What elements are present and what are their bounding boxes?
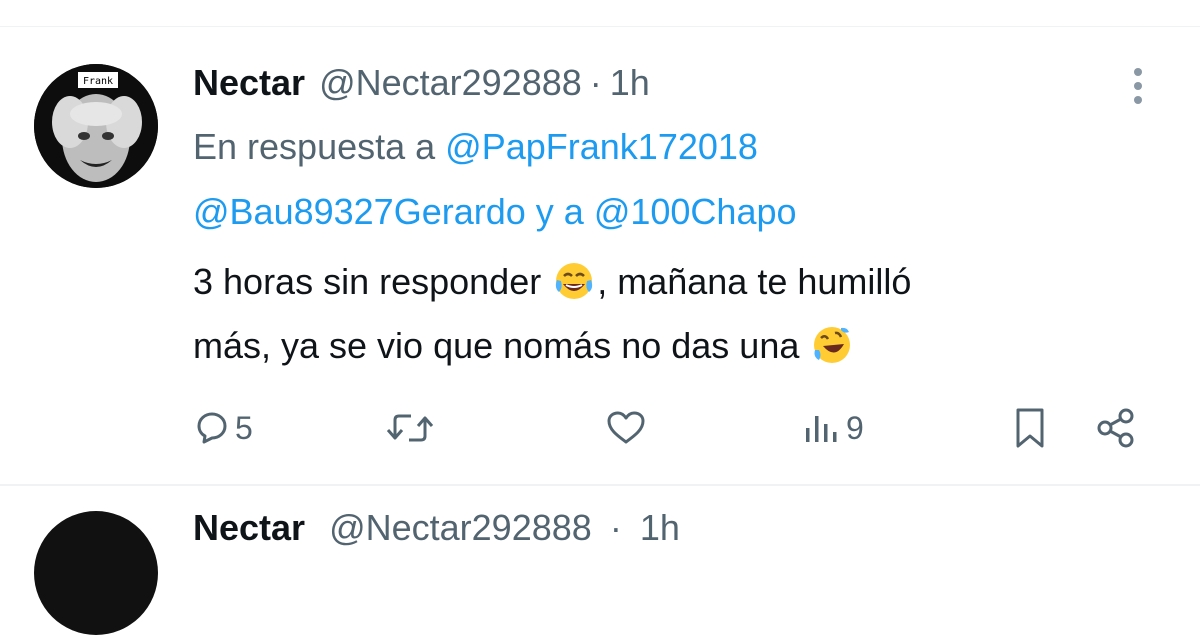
reply-context: En respuesta a @PapFrank172018 bbox=[193, 124, 758, 170]
divider-top bbox=[0, 26, 1200, 27]
like-button[interactable] bbox=[604, 406, 648, 450]
bookmark-button[interactable] bbox=[1010, 406, 1050, 450]
heart-icon bbox=[607, 411, 645, 444]
more-options-button[interactable] bbox=[1124, 66, 1152, 106]
next-tweet-header: Nectar @Nectar292888 · 1h bbox=[193, 507, 680, 549]
tweet-text-line: 3 horas sin responder , mañana te humill… bbox=[193, 258, 911, 306]
tweet-text: más, ya se vio que nomás no das una bbox=[193, 325, 810, 366]
reply-user-link[interactable]: @PapFrank172018 bbox=[445, 126, 758, 167]
next-author-name[interactable]: Nectar bbox=[193, 507, 305, 548]
reply-context-continued: @Bau89327Gerardo y a @100Chapo bbox=[193, 189, 797, 235]
views-count: 9 bbox=[846, 409, 864, 446]
share-button[interactable] bbox=[1094, 406, 1138, 450]
tweet-text: 3 horas sin responder bbox=[193, 261, 552, 302]
views-button[interactable]: 9 bbox=[802, 406, 864, 450]
reply-user-link[interactable]: @Bau89327Gerardo bbox=[193, 191, 526, 232]
next-timestamp[interactable]: 1h bbox=[640, 507, 680, 548]
reply-count: 5 bbox=[235, 409, 253, 446]
reply-button[interactable]: 5 bbox=[191, 406, 253, 450]
author-name[interactable]: Nectar bbox=[193, 62, 305, 104]
separator-dot: · bbox=[589, 62, 602, 103]
next-separator-dot: · bbox=[609, 507, 622, 548]
tweet-text-line: más, ya se vio que nomás no das una bbox=[193, 322, 855, 370]
next-tweet-avatar[interactable] bbox=[34, 511, 158, 635]
timestamp[interactable]: 1h bbox=[610, 62, 650, 104]
reply-icon bbox=[197, 412, 227, 444]
avatar[interactable]: Frank bbox=[34, 64, 158, 188]
avatar-image: Frank bbox=[34, 64, 158, 188]
analytics-icon bbox=[806, 416, 837, 442]
face-with-tears-of-joy-icon bbox=[556, 263, 593, 299]
retweet-icon bbox=[386, 414, 434, 442]
reply-prefix: En respuesta a bbox=[193, 126, 446, 167]
share-icon bbox=[1097, 408, 1134, 448]
divider-bottom bbox=[0, 484, 1200, 486]
avatar-label: Frank bbox=[83, 76, 113, 87]
rolling-on-the-floor-laughing-icon bbox=[814, 327, 851, 363]
reply-joiner: y a bbox=[525, 191, 594, 232]
more-vertical-icon bbox=[1134, 68, 1142, 104]
author-handle[interactable]: @Nectar292888 bbox=[319, 62, 582, 104]
retweet-button[interactable] bbox=[385, 406, 435, 450]
tweet-text: , mañana te humilló bbox=[597, 261, 912, 302]
next-author-handle[interactable]: @Nectar292888 bbox=[329, 507, 592, 548]
bookmark-icon bbox=[1016, 408, 1044, 448]
reply-user-link[interactable]: @100Chapo bbox=[594, 191, 797, 232]
tweet-header: Nectar @Nectar292888 · 1h bbox=[193, 58, 650, 108]
